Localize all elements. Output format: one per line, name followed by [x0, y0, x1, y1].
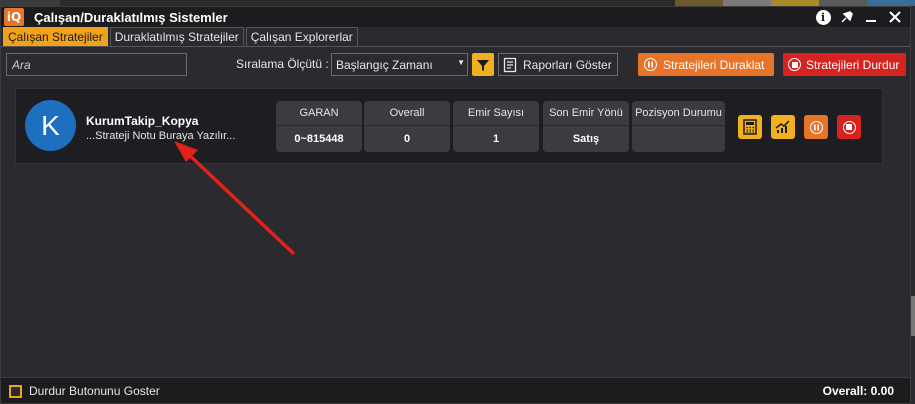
avatar: K — [25, 100, 76, 151]
window-title: Çalışan/Duraklatılmış Sistemler — [34, 9, 228, 25]
stat-overall: Overall 0 — [364, 101, 450, 152]
sort-select[interactable]: Başlangıç Zamanı ▼ — [331, 53, 468, 76]
pin-icon — [841, 11, 853, 23]
calculator-icon — [743, 119, 757, 135]
pause-all-label: Stratejileri Duraklat — [663, 57, 765, 72]
search-input[interactable] — [6, 53, 187, 76]
stop-icon — [842, 120, 856, 134]
stop-all-button[interactable]: Stratejileri Durdur — [783, 53, 906, 76]
stat-value — [632, 126, 725, 151]
info-button[interactable]: i — [814, 8, 832, 26]
show-stop-button-label: Durdur Butonunu Goster — [29, 384, 160, 398]
title-bar[interactable]: iQ Çalışan/Duraklatılmış Sistemler i — [1, 7, 910, 27]
stat-value: 0 — [403, 132, 411, 145]
stat-header: Emir Sayısı — [453, 101, 539, 126]
status-bar: Durdur Butonunu Goster Overall: 0.00 — [1, 377, 910, 403]
filter-button[interactable] — [472, 53, 494, 76]
strategies-window: iQ Çalışan/Duraklatılmış Sistemler i Çal… — [0, 6, 911, 404]
stop-icon — [788, 58, 801, 71]
strategy-card[interactable]: K KurumTakip_Kopya ...Strateji Notu Bura… — [15, 88, 883, 164]
report-icon — [503, 57, 517, 72]
scrollbar-thumb[interactable] — [911, 296, 915, 336]
stat-position-status: Pozisyon Durumu — [632, 101, 725, 152]
stat-header: Son Emir Yönü — [543, 101, 629, 126]
stat-header: GARAN — [276, 101, 362, 126]
stat-value: 1 — [492, 132, 500, 145]
tab-paused-strategies[interactable]: Duraklatılmış Stratejiler — [109, 27, 244, 46]
stat-header: Pozisyon Durumu — [632, 101, 725, 126]
scrollbar[interactable] — [911, 6, 915, 404]
stop-strategy-button[interactable] — [837, 115, 861, 139]
pause-icon — [644, 58, 657, 71]
sort-label: Sıralama Ölçütü : — [236, 57, 329, 71]
stat-order-count: Emir Sayısı 1 — [453, 101, 539, 152]
close-icon — [889, 11, 901, 23]
strategy-list: K KurumTakip_Kopya ...Strateji Notu Bura… — [5, 83, 907, 375]
chevron-down-icon: ▼ — [457, 58, 465, 67]
chart-icon — [775, 120, 790, 133]
sort-select-value: Başlangıç Zamanı — [336, 58, 433, 72]
strategy-name: KurumTakip_Kopya — [86, 114, 199, 128]
app-logo: iQ — [4, 8, 24, 26]
stat-header: Overall — [364, 101, 450, 126]
pause-strategy-button[interactable] — [804, 115, 828, 139]
pause-icon — [809, 120, 823, 134]
calculator-button[interactable] — [738, 115, 762, 139]
chart-button[interactable] — [771, 115, 795, 139]
overall-total: Overall: 0.00 — [822, 384, 894, 398]
filter-icon — [477, 59, 489, 71]
stat-last-order-direction: Son Emir Yönü Satış — [543, 101, 629, 152]
pause-all-button[interactable]: Stratejileri Duraklat — [638, 53, 774, 76]
show-reports-button[interactable]: Raporları Göster — [498, 53, 618, 76]
minimize-button[interactable] — [862, 8, 880, 26]
tab-running-explorers[interactable]: Çalışan Explorerlar — [245, 27, 358, 46]
info-icon: i — [815, 9, 831, 25]
toolbar: Sıralama Ölçütü : Başlangıç Zamanı ▼ Rap… — [1, 51, 910, 79]
stat-symbol: GARAN 0~815448 — [276, 101, 362, 152]
title-bar-controls: i — [814, 8, 904, 26]
stat-value: 0~815448 — [294, 132, 344, 145]
pin-button[interactable] — [838, 8, 856, 26]
show-stop-button-checkbox[interactable] — [9, 385, 22, 398]
tab-bar: Çalışan Stratejiler Duraklatılmış Strate… — [3, 27, 358, 47]
show-reports-label: Raporları Göster — [523, 57, 612, 72]
close-button[interactable] — [886, 8, 904, 26]
stat-value: Satış — [572, 132, 600, 145]
tab-divider — [1, 46, 910, 47]
minimize-icon — [866, 20, 876, 22]
stop-all-label: Stratejileri Durdur — [806, 57, 900, 72]
strategy-note: ...Strateji Notu Buraya Yazılır... — [86, 130, 236, 142]
tab-running-strategies[interactable]: Çalışan Stratejiler — [3, 27, 108, 46]
